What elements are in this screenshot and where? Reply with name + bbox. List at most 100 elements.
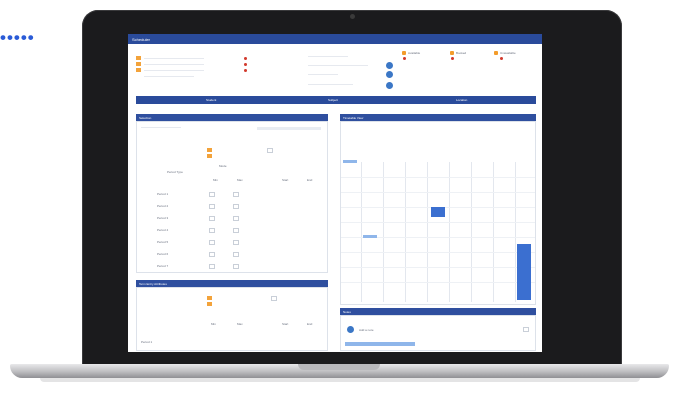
notes-send-button[interactable]: [523, 327, 529, 332]
legend-booked-dot: [451, 57, 454, 60]
tab-bar: Student Subject Location: [136, 96, 536, 104]
attributes-panel: Min Max Start End Period 1: [136, 287, 328, 351]
notes-tag[interactable]: [345, 342, 415, 346]
attr-checkbox-1[interactable]: [207, 296, 212, 300]
row-label: Period 5: [157, 240, 169, 244]
option-button-3[interactable]: [386, 82, 393, 89]
row-label: Period 4: [157, 228, 169, 232]
time-row: [341, 282, 535, 283]
day-column: [427, 162, 446, 302]
attr-toggle[interactable]: [271, 296, 277, 301]
tab-location[interactable]: Location: [456, 98, 467, 102]
notes-input[interactable]: Add a note: [359, 328, 374, 332]
webcam-icon: [350, 14, 355, 19]
attributes-panel-title: Term Entry Attributes: [139, 282, 167, 286]
user-avatar-icon: [347, 326, 354, 333]
row-input[interactable]: [209, 192, 215, 197]
selection-panel: Period Type Mode Min Max Start End Perio…: [136, 121, 328, 273]
laptop-screen: Scheduler Available Booked Unavailable S…: [128, 34, 542, 352]
attr-checkbox-2[interactable]: [207, 302, 212, 306]
range-slider[interactable]: [257, 127, 321, 130]
legend-available: Available: [408, 51, 421, 55]
filter-checkbox-3[interactable]: [136, 68, 141, 72]
day-column: [405, 162, 424, 302]
row-input[interactable]: [209, 252, 215, 257]
tab-student[interactable]: Student: [206, 98, 216, 102]
filter-label-2: [144, 64, 204, 65]
row-input[interactable]: [233, 228, 239, 233]
notes-panel: Add a note: [340, 315, 536, 351]
attr-col-start: Start: [282, 322, 289, 326]
timetable-slot[interactable]: [431, 207, 445, 217]
filter-checkbox-2[interactable]: [136, 62, 141, 66]
laptop-foot: [40, 378, 640, 382]
mode-checkbox-1[interactable]: [207, 148, 212, 152]
row-input[interactable]: [209, 204, 215, 209]
row-input[interactable]: [233, 264, 239, 269]
legend-unavailable-icon: [494, 51, 498, 55]
timetable-slot[interactable]: [343, 160, 357, 163]
attributes-panel-header: Term Entry Attributes: [136, 280, 328, 287]
row-input[interactable]: [233, 240, 239, 245]
option-label-3: [308, 74, 338, 75]
mode-header: Mode: [219, 164, 227, 168]
legend-available-dot: [403, 57, 406, 60]
timetable-panel-title: Timetable View: [343, 116, 364, 120]
row-input[interactable]: [233, 204, 239, 209]
option-button-1[interactable]: [386, 62, 393, 69]
timetable-slot[interactable]: [363, 235, 377, 238]
legend-booked: Booked: [456, 51, 467, 55]
row-label: Period 1: [157, 192, 169, 196]
option-label-2: [308, 65, 368, 66]
attr-col-end: End: [307, 322, 313, 326]
time-row: [341, 267, 535, 268]
attr-col-max: Max: [237, 322, 243, 326]
laptop-notch: [298, 364, 380, 370]
legend-unavailable: Unavailable: [500, 51, 516, 55]
mode-checkbox-2[interactable]: [207, 154, 212, 158]
day-column: [383, 162, 402, 302]
col-end: End: [307, 178, 313, 182]
legend-unavailable-dot: [500, 57, 503, 60]
filter-checkbox-1[interactable]: [136, 56, 141, 60]
attr-col-min: Min: [211, 322, 216, 326]
attr-row-label: Period 1: [141, 340, 153, 344]
tab-subject[interactable]: Subject: [328, 98, 338, 102]
time-row: [341, 222, 535, 223]
row-label: Period 7: [157, 264, 169, 268]
legend-available-icon: [402, 51, 406, 55]
option-button-2[interactable]: [386, 71, 393, 78]
app-title: Scheduler: [132, 37, 151, 42]
row-input[interactable]: [233, 216, 239, 221]
col-start: Start: [282, 178, 289, 182]
time-row: [341, 192, 535, 193]
legend-booked-icon: [450, 51, 454, 55]
col-max: Max: [237, 178, 243, 182]
row-label: Period 3: [157, 216, 169, 220]
decorative-dots: •••••: [0, 28, 35, 47]
option-label-4: [308, 84, 353, 85]
filter-status-3: [244, 69, 247, 72]
row-input[interactable]: [209, 264, 215, 269]
row-input[interactable]: [209, 228, 215, 233]
mode-toggle[interactable]: [267, 148, 273, 153]
timetable-panel: [340, 121, 536, 305]
row-input[interactable]: [209, 216, 215, 221]
search-field[interactable]: [141, 127, 181, 128]
period-type-header: Period Type: [167, 170, 183, 174]
day-column: [471, 162, 490, 302]
app-header: Scheduler: [128, 34, 542, 44]
timetable-slot[interactable]: [517, 244, 531, 300]
notes-panel-header: Notes: [340, 308, 536, 315]
row-label: Period 6: [157, 252, 169, 256]
filter-status-1: [244, 57, 247, 60]
row-input[interactable]: [233, 252, 239, 257]
filter-label-4: [144, 76, 194, 77]
time-row: [341, 252, 535, 253]
filter-label-1: [144, 58, 204, 59]
selection-panel-title: Selection: [139, 116, 152, 120]
day-column: [493, 162, 512, 302]
row-input[interactable]: [233, 192, 239, 197]
row-input[interactable]: [209, 240, 215, 245]
selection-panel-header: Selection: [136, 114, 328, 121]
